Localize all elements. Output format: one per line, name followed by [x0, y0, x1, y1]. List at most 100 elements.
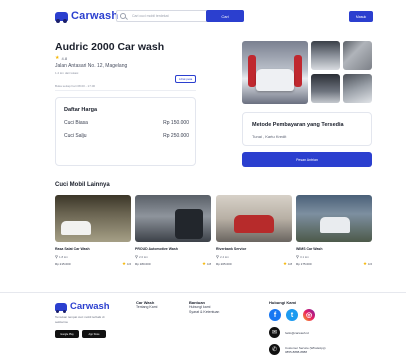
- car-logo-icon: [55, 302, 67, 313]
- gallery-thumbnail[interactable]: [343, 41, 372, 70]
- wash-name: PROUD Automotive Wash: [135, 247, 178, 251]
- gallery-thumbnail[interactable]: [311, 41, 340, 70]
- star-icon: ★: [282, 261, 287, 266]
- wash-rating: ★ 4.6: [122, 261, 131, 267]
- shop-hours: Buka setiap hari 08.00 - 17.00: [55, 84, 96, 88]
- wash-rating: ★ 4.8: [202, 261, 211, 267]
- wash-name: WIMS Car Wash: [296, 247, 323, 251]
- price-row: Cuci Biasa Rp 150.000: [64, 120, 189, 126]
- instagram-icon[interactable]: ◎: [303, 309, 315, 321]
- price-row: Cuci Salju Rp 250.000: [64, 133, 189, 139]
- search-bar[interactable]: Cari cuci mobil terdekat Cari: [116, 10, 244, 22]
- wash-distance: 1.8 km: [58, 254, 68, 259]
- price-value: Rp 250.000: [163, 133, 189, 139]
- divider: [55, 90, 196, 91]
- wash-meta: Rp 180.000 ★ 4.8: [135, 261, 211, 267]
- whatsapp-text: Customer Service (WhatsApp) 0855-8888-88…: [285, 346, 326, 354]
- app-store-badge[interactable]: App Store: [82, 330, 106, 338]
- search-icon: [120, 13, 126, 19]
- wash-name: Riverbank Service: [216, 247, 247, 251]
- wash-rating-value: 4.8: [206, 262, 211, 266]
- login-button[interactable]: Masuk: [349, 11, 373, 22]
- contact-email[interactable]: ✉ hello@carwash.id: [269, 327, 309, 338]
- star-icon: ★: [362, 261, 367, 266]
- wash-photo: [55, 195, 131, 242]
- wash-location: ⚲ 2.0 km: [135, 254, 211, 259]
- email-icon: ✉: [269, 327, 280, 338]
- car-photo: [234, 215, 274, 233]
- wash-card[interactable]: Riverbank Service ⚲ 2.4 km Rp 205.000 ★ 4…: [216, 195, 292, 267]
- wash-distance: 2.0 km: [138, 254, 148, 259]
- footer-divider: [0, 292, 406, 293]
- wash-photo: [216, 195, 292, 242]
- price-value: Rp 150.000: [163, 120, 189, 126]
- wash-name: Rasa Salat Car Wash: [55, 247, 90, 251]
- wash-card[interactable]: PROUD Automotive Wash ⚲ 2.0 km Rp 180.000…: [135, 195, 211, 267]
- wash-price: Rp 215.000: [55, 262, 71, 266]
- shop-address: Jalan Antasari No. 12, Magelang: [55, 63, 128, 69]
- gallery-thumbnail[interactable]: [311, 74, 340, 103]
- location-pin-icon: ⚲: [216, 254, 219, 259]
- wash-brush: [248, 55, 256, 87]
- wash-location: ⚲ 3.1 km: [296, 254, 372, 259]
- star-icon: ★: [121, 261, 126, 266]
- wash-price: Rp 205.000: [216, 262, 232, 266]
- price-list-card: Daftar Harga Cuci Biasa Rp 150.000 Cuci …: [55, 97, 196, 166]
- car-photo: [256, 69, 294, 91]
- contact-whatsapp[interactable]: ✆ Customer Service (WhatsApp) 0855-8888-…: [269, 344, 326, 355]
- wash-rating: ★ 4.8: [283, 261, 292, 267]
- star-icon: ★: [55, 55, 60, 61]
- wash-meta: Rp 175.000 ★ 4.6: [296, 261, 372, 267]
- car-logo-icon: [55, 11, 68, 23]
- contact-title: Hubungi Kami: [269, 300, 297, 305]
- footer-column-carwash: Car Wash Tentang Kami: [136, 300, 157, 310]
- footer-logo-text: Carwash: [70, 301, 110, 312]
- search-button[interactable]: Cari: [206, 10, 244, 22]
- wash-rating-value: 4.8: [287, 262, 292, 266]
- location-pin-icon: ⚲: [296, 254, 299, 259]
- footer-link-terms[interactable]: Syarat & Ketentuan: [189, 310, 219, 315]
- map-link-button[interactable]: Lihat peta: [175, 75, 197, 83]
- wash-meta: Rp 205.000 ★ 4.8: [216, 261, 292, 267]
- wash-brush: [294, 55, 302, 87]
- social-links: f t ◎: [269, 309, 315, 321]
- twitter-icon[interactable]: t: [286, 309, 298, 321]
- whatsapp-icon: ✆: [269, 344, 280, 355]
- logo-text: Carwash: [71, 10, 119, 22]
- search-input[interactable]: Cari cuci mobil terdekat: [132, 14, 169, 18]
- logo[interactable]: Carwash: [55, 10, 119, 23]
- car-photo: [320, 217, 350, 233]
- footer-logo[interactable]: Carwash: [55, 301, 110, 313]
- payment-title: Metode Pembayaran yang Tersedia: [252, 122, 344, 128]
- wash-card[interactable]: Rasa Salat Car Wash ⚲ 1.8 km Rp 215.000 ★…: [55, 195, 131, 267]
- gallery-main-photo[interactable]: [242, 41, 308, 104]
- wash-rating-value: 4.6: [367, 262, 372, 266]
- shop-rating: ★ 4.8: [55, 55, 67, 61]
- page-title: Audric 2000 Car wash: [55, 41, 165, 53]
- location-pin-icon: ⚲: [135, 254, 138, 259]
- email-text: hello@carwash.id: [285, 330, 309, 335]
- location-pin-icon: ⚲: [55, 254, 58, 259]
- gallery-thumbnail[interactable]: [343, 74, 372, 103]
- wash-card[interactable]: WIMS Car Wash ⚲ 3.1 km Rp 175.000 ★ 4.6: [296, 195, 372, 267]
- wash-location: ⚲ 2.4 km: [216, 254, 292, 259]
- price-label: Cuci Salju: [64, 133, 87, 139]
- footer-column-help: Bantuan Hubungi kami Syarat & Ketentuan: [189, 300, 219, 315]
- facebook-icon[interactable]: f: [269, 309, 281, 321]
- payment-methods-card: Metode Pembayaran yang Tersedia Tunai , …: [242, 112, 372, 146]
- payment-methods: Tunai , Kartu Kredit: [252, 134, 287, 139]
- price-label: Cuci Biasa: [64, 120, 88, 126]
- price-list-title: Daftar Harga: [64, 107, 98, 113]
- wash-distance: 3.1 km: [299, 254, 309, 259]
- wash-photo: [296, 195, 372, 242]
- book-button[interactable]: Pesan Antrian: [242, 152, 372, 167]
- wash-rating: ★ 4.6: [363, 261, 372, 267]
- footer-link-about[interactable]: Tentang Kami: [136, 305, 157, 310]
- wash-price: Rp 175.000: [296, 262, 312, 266]
- wash-distance: 2.4 km: [219, 254, 229, 259]
- google-play-badge[interactable]: Google Play: [55, 330, 79, 338]
- wash-meta: Rp 215.000 ★ 4.6: [55, 261, 131, 267]
- section-title: Cuci Mobil Lainnya: [55, 182, 110, 188]
- rating-value: 4.8: [61, 55, 68, 61]
- wash-price: Rp 180.000: [135, 262, 151, 266]
